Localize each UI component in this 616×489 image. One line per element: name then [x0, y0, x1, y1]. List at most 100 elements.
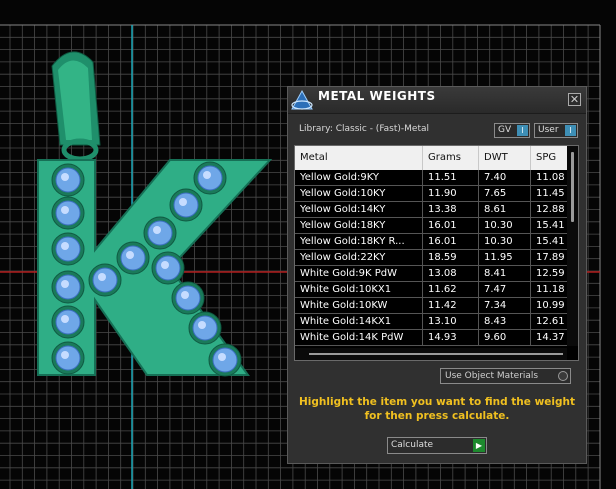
cell-dwt: 8.43 — [479, 314, 531, 329]
gem-stone — [55, 236, 81, 262]
user-toggle-label: User — [538, 125, 559, 135]
toggle-knob-icon: I — [517, 125, 528, 136]
cell-metal: Yellow Gold:18KY R... — [295, 234, 423, 249]
cell-grams: 13.10 — [423, 314, 479, 329]
gem-facet-highlight — [61, 206, 69, 214]
table-row[interactable]: Yellow Gold:18KY R... 16.01 10.30 15.41 — [295, 234, 571, 250]
cell-spg: 11.08 — [531, 170, 571, 185]
gem-stone — [173, 192, 199, 218]
cell-grams: 13.08 — [423, 266, 479, 281]
cell-dwt: 8.61 — [479, 202, 531, 217]
cell-dwt: 10.30 — [479, 234, 531, 249]
table-row[interactable]: White Gold:14KX1 13.10 8.43 12.61 — [295, 314, 571, 330]
table-row[interactable]: White Gold:14K PdW 14.93 9.60 14.37 — [295, 330, 571, 346]
table-row[interactable]: Yellow Gold:9KY 11.51 7.40 11.08 — [295, 170, 571, 186]
cell-metal: Yellow Gold:14KY — [295, 202, 423, 217]
gem-facet-highlight — [61, 315, 69, 323]
gem-stone — [155, 255, 181, 281]
vertical-scrollbar[interactable] — [567, 146, 578, 346]
gem-stone — [55, 274, 81, 300]
toggle-knob-icon: I — [565, 125, 576, 136]
column-header-metal[interactable]: Metal — [295, 146, 423, 170]
gem-stone — [55, 309, 81, 335]
cell-metal: Yellow Gold:22KY — [295, 250, 423, 265]
cell-metal: White Gold:9K PdW — [295, 266, 423, 281]
table-row[interactable]: White Gold:9K PdW 13.08 8.41 12.59 — [295, 266, 571, 282]
gem-facet-highlight — [61, 242, 69, 250]
use-object-materials-option[interactable]: Use Object Materials — [440, 368, 571, 384]
close-icon[interactable]: ✕ — [568, 93, 581, 106]
cell-metal: Yellow Gold:10KY — [295, 186, 423, 201]
cell-grams: 16.01 — [423, 218, 479, 233]
cell-dwt: 7.47 — [479, 282, 531, 297]
metal-weights-table[interactable]: Metal Grams DWT SPG Yellow Gold:9KY 11.51… — [294, 145, 579, 361]
cell-grams: 11.90 — [423, 186, 479, 201]
cell-dwt: 7.65 — [479, 186, 531, 201]
cell-spg: 12.61 — [531, 314, 571, 329]
table-row[interactable]: Yellow Gold:10KY 11.90 7.65 11.45 — [295, 186, 571, 202]
instructions-line-2: for then press calculate. — [364, 410, 510, 422]
cell-spg: 15.41 — [531, 234, 571, 249]
gem-stone — [55, 345, 81, 371]
cell-spg: 15.41 — [531, 218, 571, 233]
gem-stone — [92, 267, 118, 293]
gem-facet-highlight — [61, 280, 69, 288]
metal-weights-dialog: METAL WEIGHTS ✕ Library: Classic - (Fast… — [287, 86, 587, 464]
table-header: Metal Grams DWT SPG — [295, 146, 571, 170]
cell-grams: 16.01 — [423, 234, 479, 249]
gv-toggle[interactable]: GV I — [494, 123, 530, 138]
gem-facet-highlight — [203, 171, 211, 179]
gem-facet-highlight — [126, 251, 134, 259]
calculate-label: Calculate — [391, 440, 434, 450]
cell-spg: 17.89 — [531, 250, 571, 265]
gem-facet-highlight — [161, 261, 169, 269]
horizontal-scrollbar[interactable] — [295, 348, 567, 360]
table-row[interactable]: White Gold:10KW 11.42 7.34 10.99 — [295, 298, 571, 314]
gem-stone — [175, 285, 201, 311]
table-row[interactable]: Yellow Gold:14KY 13.38 8.61 12.88 — [295, 202, 571, 218]
cell-spg: 12.59 — [531, 266, 571, 281]
scroll-thumb[interactable] — [571, 152, 574, 222]
gem-facet-highlight — [61, 351, 69, 359]
instructions-text: Highlight the item you want to find the … — [288, 395, 586, 423]
instructions-line-1: Highlight the item you want to find the … — [299, 396, 575, 408]
cell-dwt: 8.41 — [479, 266, 531, 281]
cell-metal: White Gold:10KX1 — [295, 282, 423, 297]
column-header-grams[interactable]: Grams — [423, 146, 479, 170]
column-header-spg[interactable]: SPG — [531, 146, 571, 170]
cell-dwt: 7.40 — [479, 170, 531, 185]
cell-spg: 11.45 — [531, 186, 571, 201]
gem-facet-highlight — [218, 353, 226, 361]
table-row[interactable]: Yellow Gold:22KY 18.59 11.95 17.89 — [295, 250, 571, 266]
user-toggle[interactable]: User I — [534, 123, 578, 138]
dialog-titlebar[interactable]: METAL WEIGHTS ✕ — [288, 87, 586, 114]
cell-metal: White Gold:14KX1 — [295, 314, 423, 329]
cell-metal: White Gold:14K PdW — [295, 330, 423, 345]
gem-facet-highlight — [181, 291, 189, 299]
gem-facet-highlight — [98, 273, 106, 281]
cell-spg: 11.18 — [531, 282, 571, 297]
gem-facet-highlight — [198, 321, 206, 329]
cell-metal: Yellow Gold:18KY — [295, 218, 423, 233]
library-label: Library: Classic - (Fast)-Metal — [299, 124, 430, 134]
cell-grams: 11.42 — [423, 298, 479, 313]
cell-grams: 13.38 — [423, 202, 479, 217]
column-header-dwt[interactable]: DWT — [479, 146, 531, 170]
gem-stone — [55, 167, 81, 193]
gem-stone — [147, 220, 173, 246]
cell-dwt: 11.95 — [479, 250, 531, 265]
cell-dwt: 7.34 — [479, 298, 531, 313]
cell-grams: 11.51 — [423, 170, 479, 185]
cell-grams: 18.59 — [423, 250, 479, 265]
table-row[interactable]: White Gold:10KX1 11.62 7.47 11.18 — [295, 282, 571, 298]
gem-facet-highlight — [61, 173, 69, 181]
radio-icon[interactable] — [558, 371, 568, 381]
gem-stone — [120, 245, 146, 271]
scroll-thumb[interactable] — [309, 353, 563, 355]
cell-metal: Yellow Gold:9KY — [295, 170, 423, 185]
table-row[interactable]: Yellow Gold:18KY 16.01 10.30 15.41 — [295, 218, 571, 234]
cell-spg: 12.88 — [531, 202, 571, 217]
calculate-button[interactable]: Calculate ▶ — [387, 437, 487, 454]
gem-stone — [212, 347, 238, 373]
cell-spg: 14.37 — [531, 330, 571, 345]
